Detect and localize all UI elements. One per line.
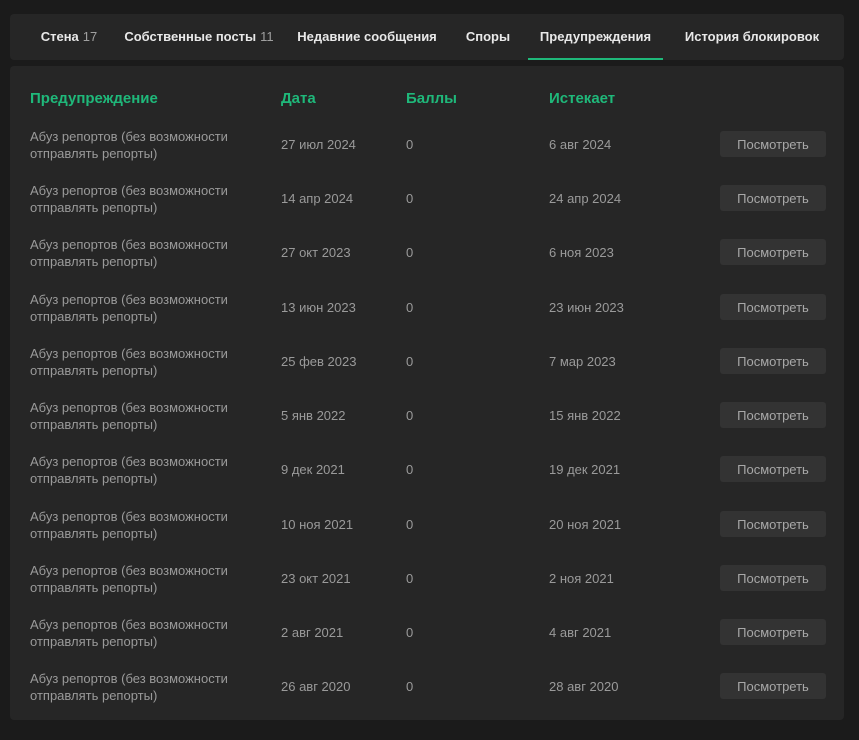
warning-date: 14 апр 2024: [281, 191, 354, 206]
warning-reason: Абуз репортов (без возможности отправлят…: [30, 183, 228, 215]
view-button[interactable]: Посмотреть: [720, 511, 826, 537]
warnings-table: Предупреждение Дата Баллы Истекает Абуз …: [10, 66, 844, 720]
warning-reason: Абуз репортов (без возможности отправлят…: [30, 617, 228, 649]
table-row: Абуз репортов (без возможности отправлят…: [10, 498, 844, 552]
warning-expires: 15 янв 2022: [549, 408, 621, 423]
tab-label: Предупреждения: [539, 29, 652, 44]
tab-label: Споры: [465, 29, 511, 44]
warning-points: 0: [406, 408, 414, 423]
warning-date: 9 дек 2021: [281, 462, 345, 477]
tab-label: История блокировок: [684, 29, 820, 44]
table-row: Абуз репортов (без возможности отправлят…: [10, 281, 844, 335]
warning-reason: Абуз репортов (без возможности отправлят…: [30, 454, 228, 486]
warning-reason: Абуз репортов (без возможности отправлят…: [30, 671, 228, 703]
tab-label: Собственные посты: [124, 29, 257, 44]
warning-reason: Абуз репортов (без возможности отправлят…: [30, 400, 228, 432]
warning-expires: 28 авг 2020: [549, 679, 619, 694]
warning-points: 0: [406, 625, 414, 640]
warning-reason: Абуз репортов (без возможности отправлят…: [30, 509, 228, 541]
warning-reason: Абуз репортов (без возможности отправлят…: [30, 129, 228, 161]
warning-points: 0: [406, 679, 414, 694]
warning-points: 0: [406, 191, 414, 206]
view-button[interactable]: Посмотреть: [720, 239, 826, 265]
warning-expires: 19 дек 2021: [549, 462, 621, 477]
warning-reason: Абуз репортов (без возможности отправлят…: [30, 292, 228, 324]
view-button[interactable]: Посмотреть: [720, 348, 826, 374]
column-header-warning: Предупреждение: [30, 90, 158, 107]
table-row: Абуз репортов (без возможности отправлят…: [10, 226, 844, 280]
warning-reason: Абуз репортов (без возможности отправлят…: [30, 563, 228, 595]
warning-points: 0: [406, 517, 414, 532]
tab-count: 11: [260, 29, 274, 44]
profile-tabs: Стена 17 Собственные посты 11 Недавние соо…: [10, 14, 844, 60]
warning-points: 0: [406, 300, 414, 315]
warning-reason: Абуз репортов (без возможности отправлят…: [30, 237, 228, 269]
view-button[interactable]: Посмотреть: [720, 294, 826, 320]
warning-expires: 6 ноя 2023: [549, 245, 614, 260]
table-row: Абуз репортов (без возможности отправлят…: [10, 335, 844, 389]
warning-date: 23 окт 2021: [281, 571, 351, 586]
warning-date: 5 янв 2022: [281, 408, 346, 423]
table-row: Абуз репортов (без возможности отправлят…: [10, 389, 844, 443]
view-button[interactable]: Посмотреть: [720, 619, 826, 645]
warning-expires: 20 ноя 2021: [549, 517, 622, 532]
table-row: Абуз репортов (без возможности отправлят…: [10, 660, 844, 714]
tab-own-posts[interactable]: Собственные посты 11: [114, 14, 284, 60]
table-row: Абуз репортов (без возможности отправлят…: [10, 552, 844, 606]
column-header-points: Баллы: [406, 90, 457, 107]
table-row: Абуз репортов (без возможности отправлят…: [10, 172, 844, 226]
warning-date: 25 фев 2023: [281, 354, 357, 369]
column-header-expires: Истекает: [549, 90, 616, 107]
warning-points: 0: [406, 354, 414, 369]
tab-label: Стена: [40, 29, 79, 44]
view-button[interactable]: Посмотреть: [720, 131, 826, 157]
warning-expires: 4 авг 2021: [549, 625, 612, 640]
warning-expires: 24 апр 2024: [549, 191, 622, 206]
column-header-date: Дата: [281, 90, 316, 107]
tab-count: 17: [82, 29, 98, 44]
warning-date: 26 авг 2020: [281, 679, 351, 694]
warning-date: 10 ноя 2021: [281, 517, 354, 532]
warning-date: 2 авг 2021: [281, 625, 344, 640]
warning-points: 0: [406, 137, 414, 152]
tab-disputes[interactable]: Споры: [458, 14, 518, 60]
warning-points: 0: [406, 462, 414, 477]
warning-reason: Абуз репортов (без возможности отправлят…: [30, 346, 228, 378]
table-row: Абуз репортов (без возможности отправлят…: [10, 118, 844, 172]
warning-expires: 23 июн 2023: [549, 300, 624, 315]
warning-date: 13 июн 2023: [281, 300, 356, 315]
view-button[interactable]: Посмотреть: [720, 456, 826, 482]
warning-date: 27 окт 2023: [281, 245, 351, 260]
tab-label: Недавние сообщения: [297, 29, 437, 44]
view-button[interactable]: Посмотреть: [720, 402, 826, 428]
view-button[interactable]: Посмотреть: [720, 673, 826, 699]
warning-points: 0: [406, 571, 414, 586]
tab-ban-history[interactable]: История блокировок: [674, 14, 830, 60]
warning-expires: 2 ноя 2021: [549, 571, 614, 586]
table-row: Абуз репортов (без возможности отправлят…: [10, 443, 844, 497]
warning-date: 27 июл 2024: [281, 137, 356, 152]
tab-warnings[interactable]: Предупреждения: [528, 14, 663, 60]
view-button[interactable]: Посмотреть: [720, 185, 826, 211]
warning-expires: 7 мар 2023: [549, 354, 616, 369]
tab-wall[interactable]: Стена 17: [24, 14, 114, 60]
view-button[interactable]: Посмотреть: [720, 565, 826, 591]
warning-points: 0: [406, 245, 414, 260]
table-row: Абуз репортов (без возможности отправлят…: [10, 606, 844, 660]
tab-recent-messages[interactable]: Недавние сообщения: [286, 14, 448, 60]
warning-expires: 6 авг 2024: [549, 137, 612, 152]
